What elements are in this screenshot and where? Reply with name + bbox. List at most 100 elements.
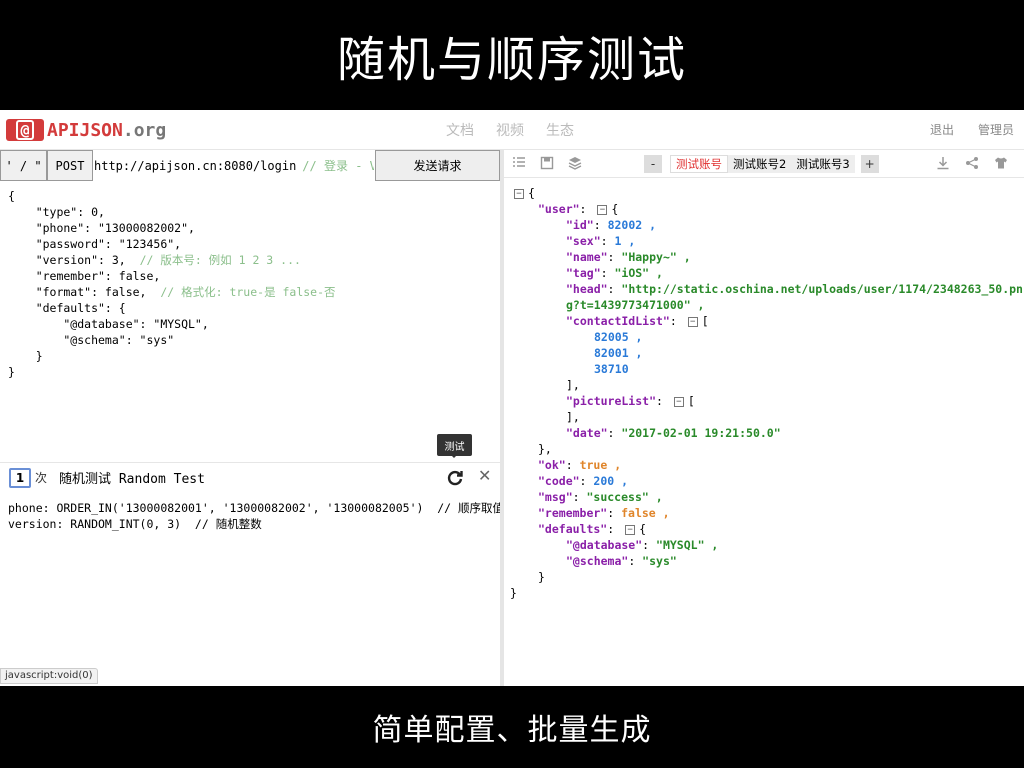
remove-account-button[interactable]: - bbox=[644, 155, 662, 173]
url-input[interactable]: http://apijson.cn:8080/login // 登录 - V* bbox=[94, 150, 374, 181]
random-config-editor[interactable]: phone: ORDER_IN('13000082001', '13000082… bbox=[8, 500, 505, 532]
json-token: "ok" bbox=[538, 458, 566, 472]
json-token: , bbox=[628, 346, 643, 360]
json-token: 200 bbox=[593, 474, 615, 488]
json-token: "@schema" bbox=[566, 554, 629, 568]
logo-suffix: .org bbox=[122, 119, 167, 141]
response-line: ], bbox=[510, 409, 1020, 425]
shirt-icon[interactable] bbox=[994, 156, 1008, 170]
response-line: "@database": "MYSQL" , bbox=[510, 537, 1020, 553]
json-token: "http://static.oschina.net/uploads/user/… bbox=[621, 282, 1023, 296]
request-line: "phone": "13000082002", bbox=[8, 220, 498, 236]
json-token: : bbox=[628, 554, 643, 568]
json-token: : bbox=[593, 218, 608, 232]
test-tooltip: 测试 bbox=[437, 434, 472, 458]
json-token: "2017-02-01 19:21:50.0" bbox=[621, 426, 781, 440]
json-token: g?t=1439773471000" bbox=[566, 298, 691, 312]
tab-account-1[interactable]: 测试账号 bbox=[670, 155, 728, 173]
json-token: , bbox=[690, 298, 705, 312]
response-line: "remember": false , bbox=[510, 505, 1020, 521]
json-token: [ bbox=[687, 394, 695, 408]
json-token: : bbox=[579, 202, 594, 216]
share-icon[interactable] bbox=[965, 156, 979, 170]
json-token: , bbox=[642, 218, 657, 232]
url-comment: // 登录 - V* bbox=[302, 159, 374, 173]
request-line: "version": 3, // 版本号: 例如 1 2 3 ... bbox=[8, 252, 498, 268]
config-line: phone: ORDER_IN('13000082001', '13000082… bbox=[8, 501, 505, 515]
close-icon[interactable]: ✕ bbox=[478, 468, 494, 484]
response-line: 82005 , bbox=[510, 329, 1020, 345]
refresh-icon[interactable] bbox=[446, 469, 464, 487]
account-tabs: - 测试账号 测试账号2 测试账号3 + bbox=[644, 155, 879, 173]
json-token: 82002 bbox=[607, 218, 643, 232]
json-token: , bbox=[621, 234, 636, 248]
collapse-toggle-icon[interactable]: − bbox=[514, 188, 524, 199]
collapse-toggle-icon[interactable]: − bbox=[673, 396, 684, 407]
response-line: "@schema": "sys" bbox=[510, 553, 1020, 569]
request-code: "@schema": "sys" bbox=[8, 333, 175, 347]
json-token: { bbox=[528, 186, 535, 200]
json-token: "id" bbox=[566, 218, 594, 232]
json-token: , bbox=[676, 250, 691, 264]
request-code: "format": false, bbox=[8, 285, 161, 299]
response-line: "ok": true , bbox=[510, 457, 1020, 473]
nav-video[interactable]: 视频 bbox=[496, 120, 524, 140]
admin-link[interactable]: 管理员 bbox=[978, 121, 1014, 138]
json-token: , bbox=[649, 266, 663, 280]
json-token: "head" bbox=[566, 282, 608, 296]
json-token: : bbox=[565, 458, 580, 472]
json-token: "msg" bbox=[538, 490, 573, 504]
request-line: "@schema": "sys" bbox=[8, 332, 498, 348]
collapse-toggle-icon[interactable]: − bbox=[597, 204, 608, 215]
download-icon[interactable] bbox=[936, 156, 950, 170]
response-line: } bbox=[510, 569, 1020, 585]
request-editor[interactable]: { "type": 0, "phone": "13000082002", "pa… bbox=[8, 188, 498, 380]
json-token: ], bbox=[566, 410, 580, 424]
response-line: "user": −{ bbox=[510, 201, 1020, 217]
send-request-button[interactable]: 发送请求 bbox=[375, 150, 500, 181]
add-account-button[interactable]: + bbox=[860, 155, 879, 173]
request-line: "format": false, // 格式化: true-是 false-否 bbox=[8, 284, 498, 300]
tab-account-3[interactable]: 测试账号3 bbox=[791, 155, 855, 173]
json-token: "remember" bbox=[538, 506, 608, 520]
nav-user: 退出 管理员 bbox=[930, 121, 1014, 138]
json-token: : bbox=[607, 282, 622, 296]
request-code: { bbox=[8, 189, 15, 203]
json-token: "code" bbox=[538, 474, 580, 488]
random-test-title: 随机测试 Random Test bbox=[59, 472, 205, 487]
response-panel: - 测试账号 测试账号2 测试账号3 + −{"user": −{"id": 8… bbox=[504, 150, 1024, 686]
json-token: "iOS" bbox=[614, 266, 650, 280]
json-token: "date" bbox=[566, 426, 608, 440]
json-token: "tag" bbox=[566, 266, 601, 280]
json-token: : bbox=[600, 266, 615, 280]
json-token: "name" bbox=[566, 250, 608, 264]
save-icon[interactable] bbox=[540, 156, 554, 170]
json-token: "sex" bbox=[566, 234, 601, 248]
request-code: "phone": "13000082002", bbox=[8, 221, 195, 235]
response-line: 38710 bbox=[510, 361, 1020, 377]
collapse-toggle-icon[interactable]: − bbox=[625, 524, 636, 535]
json-token: true bbox=[579, 458, 608, 472]
request-comment: // 格式化: true-是 false-否 bbox=[160, 285, 336, 299]
nav-ecosystem[interactable]: 生态 bbox=[546, 120, 574, 140]
layers-icon[interactable] bbox=[568, 156, 582, 170]
nav-docs[interactable]: 文档 bbox=[446, 120, 474, 140]
count-input[interactable]: 1 bbox=[9, 467, 31, 488]
tab-account-2[interactable]: 测试账号2 bbox=[728, 155, 792, 173]
request-code: "type": 0, bbox=[8, 205, 105, 219]
method-button[interactable]: POST bbox=[47, 150, 93, 181]
type-button[interactable]: ' / " bbox=[0, 150, 47, 181]
json-token: , bbox=[628, 330, 643, 344]
logo[interactable]: @ APIJSON .org bbox=[6, 118, 166, 142]
collapse-toggle-icon[interactable]: − bbox=[687, 316, 698, 327]
logo-text: APIJSON bbox=[47, 119, 123, 141]
response-line: "sex": 1 , bbox=[510, 233, 1020, 249]
json-token: : bbox=[669, 314, 684, 328]
logout-link[interactable]: 退出 bbox=[930, 121, 954, 138]
request-comment: // 版本号: 例如 1 2 3 ... bbox=[139, 253, 301, 267]
request-code: "@database": "MYSQL", bbox=[8, 317, 209, 331]
json-token: 82005 bbox=[594, 330, 629, 344]
list-icon[interactable] bbox=[512, 156, 526, 170]
json-token: : bbox=[607, 522, 622, 536]
response-line: "contactIdList": −[ bbox=[510, 313, 1020, 329]
